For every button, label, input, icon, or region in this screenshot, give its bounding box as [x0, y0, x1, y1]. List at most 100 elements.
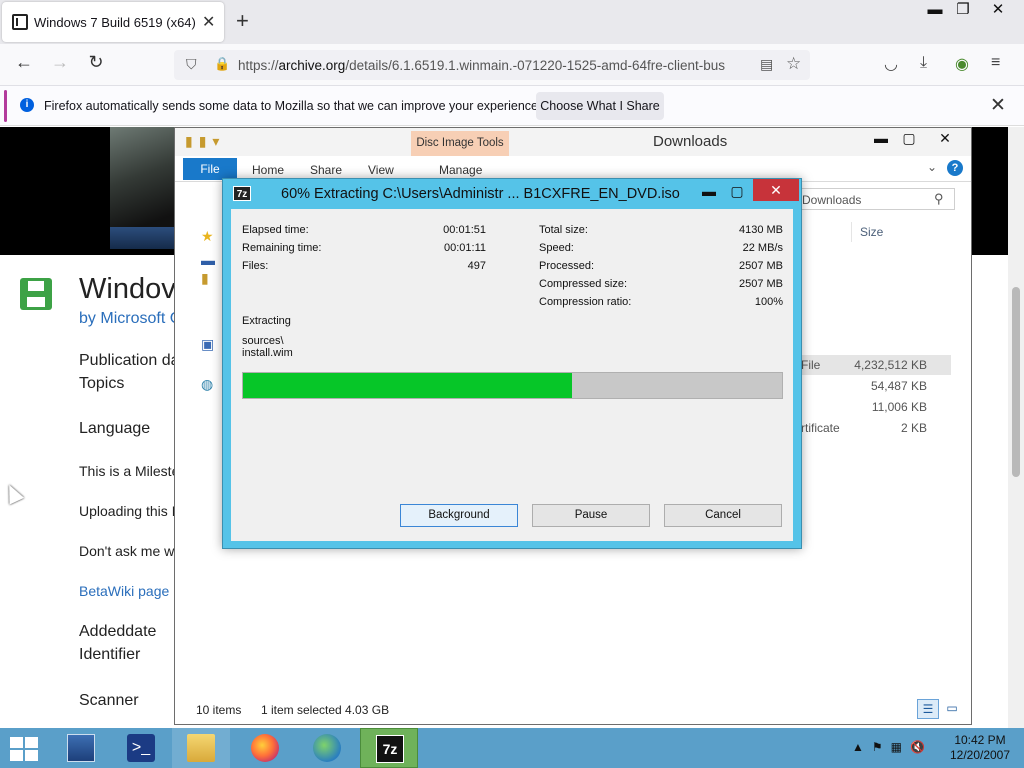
- ribbon-tab-home[interactable]: Home: [252, 163, 284, 177]
- dialog-maximize-icon[interactable]: ▢: [723, 180, 751, 202]
- current-file: install.wim: [242, 347, 293, 359]
- taskbar-file-explorer[interactable]: [172, 728, 230, 768]
- ribbon-tab-manage[interactable]: Manage: [439, 163, 482, 177]
- explorer-minimize-icon[interactable]: ▬: [867, 130, 895, 146]
- volume-muted-icon[interactable]: 🔇: [910, 740, 933, 754]
- file-row[interactable]: 11,006 KB: [795, 397, 951, 417]
- minimize-icon[interactable]: ▬: [920, 0, 950, 20]
- reader-view-icon[interactable]: ▤: [760, 56, 773, 73]
- current-path: sources\: [242, 335, 284, 347]
- ribbon-tab-view[interactable]: View: [368, 163, 394, 177]
- item-title: Windov: [79, 273, 176, 305]
- help-icon[interactable]: ?: [947, 160, 963, 176]
- pocket-icon[interactable]: ◡: [884, 54, 898, 74]
- action-center-flag-icon[interactable]: ⚑: [872, 740, 891, 754]
- elapsed-label: Elapsed time:: [242, 224, 309, 236]
- dialog-minimize-icon[interactable]: ▬: [695, 180, 723, 202]
- explorer-titlebar: ▮▮▾ Disc Image Tools Downloads ▬ ▢ ✕: [175, 128, 971, 156]
- notification-close-icon[interactable]: ✕: [990, 94, 1006, 117]
- status-selection: 1 item selected 4.03 GB: [261, 703, 390, 717]
- forward-icon[interactable]: →: [47, 52, 73, 73]
- tracking-shield-icon[interactable]: ⛉: [186, 56, 197, 73]
- clock-time: 10:42 PM: [954, 733, 1006, 747]
- large-icons-view-icon[interactable]: ▭: [941, 699, 963, 719]
- explorer-close-icon[interactable]: ✕: [931, 130, 959, 147]
- software-item-icon: [20, 278, 52, 310]
- this-pc-icon[interactable]: ▣: [201, 336, 214, 353]
- archive-favicon-icon: [12, 14, 28, 30]
- reload-icon[interactable]: ↻: [83, 52, 109, 73]
- file-name: File: [801, 358, 821, 372]
- explorer-status-bar: 10 items 1 item selected 4.03 GB ☰ ▭: [175, 696, 971, 724]
- 7zip-taskbar-icon: 7z: [376, 735, 404, 763]
- scrollbar-thumb[interactable]: [1012, 287, 1020, 477]
- publication-label: Publication da: [79, 352, 180, 369]
- taskbar-server-manager[interactable]: [52, 728, 110, 768]
- remaining-label: Remaining time:: [242, 242, 322, 254]
- menu-icon[interactable]: ≡: [991, 54, 1000, 72]
- choose-what-i-share-button[interactable]: Choose What I Share: [536, 92, 664, 120]
- by-label: by: [79, 310, 96, 327]
- ribbon-expand-icon[interactable]: ⌄: [927, 160, 937, 174]
- betawiki-link[interactable]: BetaWiki page: [79, 583, 169, 599]
- files-label: Files:: [242, 260, 269, 272]
- dialog-close-icon[interactable]: ✕: [753, 179, 799, 201]
- search-icon[interactable]: ⚲: [934, 191, 944, 207]
- folder-icon: [187, 734, 215, 762]
- explorer-title: Downloads: [653, 133, 728, 150]
- lock-icon[interactable]: 🔒: [214, 56, 230, 72]
- show-hidden-icons-icon[interactable]: ▲: [852, 740, 872, 754]
- quick-access-folder-icon[interactable]: ▮▮▾: [185, 133, 225, 150]
- column-header-size[interactable]: Size: [851, 222, 931, 242]
- compression-ratio-value: 100%: [754, 296, 783, 308]
- background-button[interactable]: Background: [400, 504, 518, 527]
- explorer-search-input[interactable]: Downloads ⚲: [795, 188, 955, 210]
- taskbar-firefox[interactable]: [236, 728, 294, 768]
- tab-close-icon[interactable]: ✕: [202, 12, 215, 32]
- pause-button[interactable]: Pause: [532, 504, 650, 527]
- file-size: 54,487 KB: [870, 379, 927, 393]
- bookmark-star-icon[interactable]: ☆: [786, 54, 801, 74]
- elapsed-value: 00:01:51: [443, 224, 486, 236]
- network-tray-icon[interactable]: ▦: [891, 740, 910, 754]
- globe-download-icon: [313, 734, 341, 762]
- taskbar-powershell[interactable]: >_: [112, 728, 170, 768]
- taskbar-download-manager[interactable]: [298, 728, 356, 768]
- browser-tab[interactable]: Windows 7 Build 6519 (x64) : Mi ✕: [2, 2, 224, 42]
- ribbon-tab-file[interactable]: File: [183, 158, 237, 180]
- start-button-icon[interactable]: [10, 737, 38, 761]
- topics-label: Topics: [79, 375, 125, 392]
- network-icon[interactable]: ◍: [201, 376, 213, 393]
- file-row[interactable]: rtificate 2 KB: [795, 418, 951, 438]
- scanner-label: Scanner: [79, 692, 139, 709]
- restore-icon[interactable]: ❐: [948, 0, 978, 20]
- language-label: Language: [79, 420, 151, 437]
- 7zip-icon: 7z: [233, 186, 251, 201]
- nav-folder-icon[interactable]: ▮: [201, 270, 209, 287]
- taskbar-7zip[interactable]: 7z: [360, 728, 418, 768]
- ribbon-tab-share[interactable]: Share: [310, 163, 342, 177]
- explorer-maximize-icon[interactable]: ▢: [895, 130, 923, 147]
- nav-folder-icon[interactable]: ▬: [201, 252, 215, 268]
- browser-navbar: ← → ↻ ⛉ 🔒 https://archive.org/details/6.…: [0, 44, 1024, 86]
- cancel-button[interactable]: Cancel: [664, 504, 782, 527]
- extension-icon[interactable]: ◉: [955, 54, 969, 74]
- page-scrollbar[interactable]: [1008, 127, 1024, 728]
- close-icon[interactable]: ✕: [983, 0, 1013, 20]
- details-view-icon[interactable]: ☰: [917, 699, 939, 719]
- notification-bar: i Firefox automatically sends some data …: [0, 86, 1024, 126]
- video-thumbnail[interactable]: [110, 127, 180, 249]
- info-icon: i: [20, 98, 34, 112]
- url-bar[interactable]: ⛉ 🔒 https://archive.org/details/6.1.6519…: [174, 50, 810, 80]
- back-icon[interactable]: ←: [11, 52, 37, 73]
- quick-access-star-icon[interactable]: ★: [201, 228, 214, 245]
- taskbar-clock[interactable]: 10:42 PM 12/20/2007: [940, 733, 1020, 763]
- author-link[interactable]: Microsoft C: [100, 310, 181, 327]
- file-row[interactable]: 54,487 KB: [795, 376, 951, 396]
- url-text[interactable]: https://archive.org/details/6.1.6519.1.w…: [238, 58, 750, 73]
- firefox-icon: [251, 734, 279, 762]
- betawiki-link-text[interactable]: BetaWiki page: [79, 583, 169, 599]
- file-row[interactable]: File 4,232,512 KB: [795, 355, 951, 375]
- new-tab-icon[interactable]: +: [236, 8, 249, 34]
- downloads-icon[interactable]: ⤓: [920, 54, 927, 72]
